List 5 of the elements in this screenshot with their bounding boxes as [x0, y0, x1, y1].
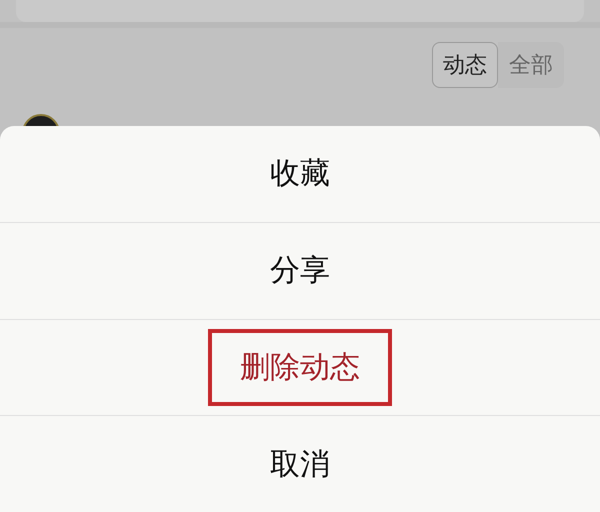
action-sheet-option[interactable]: 收藏 — [238, 135, 362, 212]
action-sheet-option[interactable]: 删除动态 — [208, 328, 392, 406]
action-sheet-option[interactable]: 分享 — [238, 232, 362, 310]
action-sheet-option[interactable]: 取消 — [238, 426, 362, 503]
filter-tab[interactable]: 动态 — [432, 42, 498, 88]
